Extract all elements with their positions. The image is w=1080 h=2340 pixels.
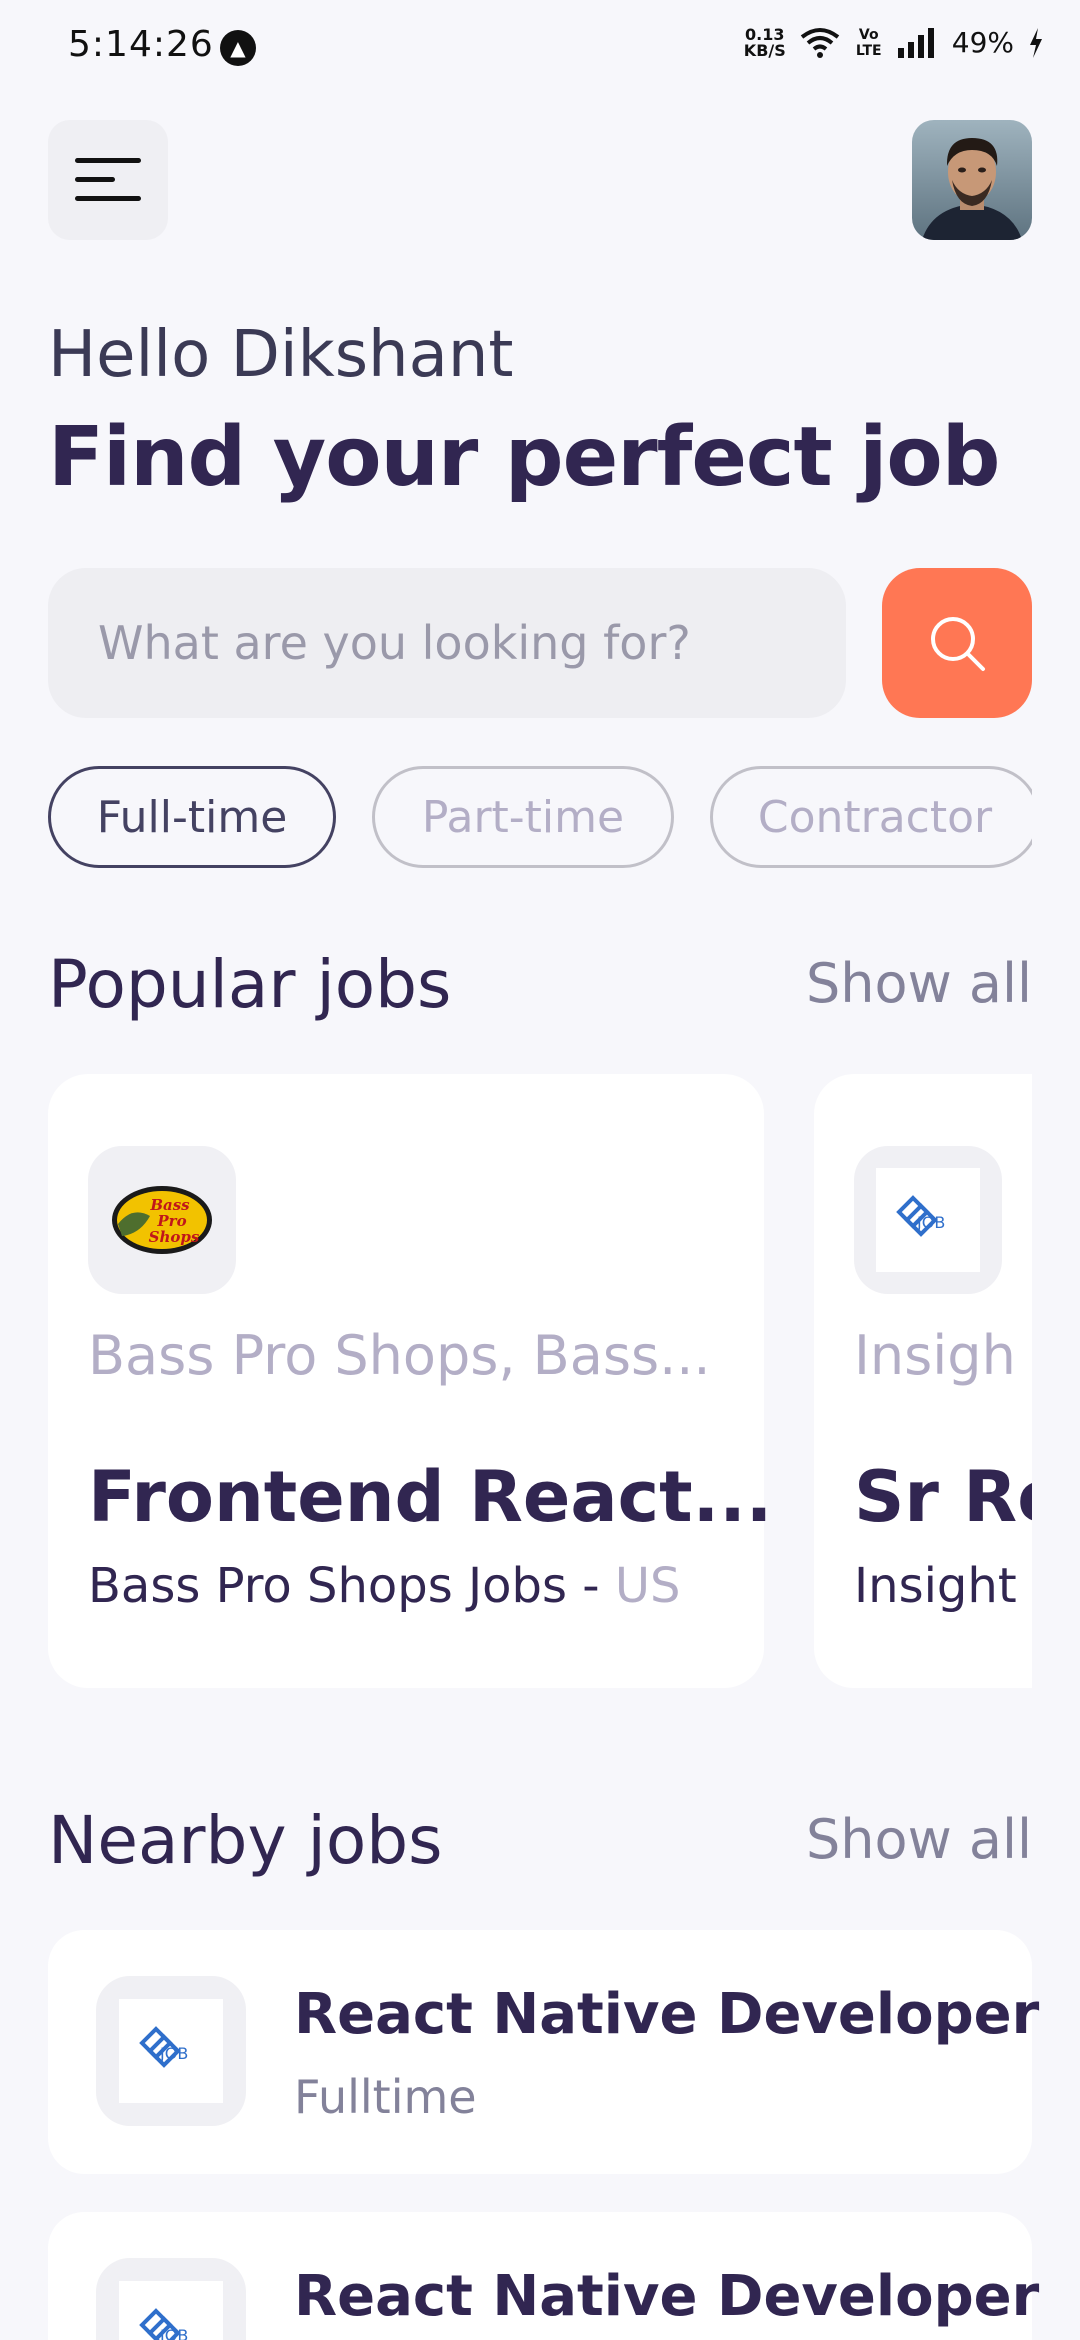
- volte-icon: Vo LTE: [855, 26, 882, 59]
- job-logo-icon: JOB: [896, 1195, 945, 1237]
- app-notification-icon: ▲: [220, 30, 256, 66]
- job-logo-frame: JOB: [119, 2281, 223, 2340]
- svg-text:JOB: JOB: [159, 2044, 188, 2063]
- status-indicators: 0.13 KB/S Vo LTE 49%: [744, 26, 1044, 59]
- popular-job-card[interactable]: JOB Insigh Sr Re Insight: [814, 1074, 1032, 1688]
- nearby-job-card[interactable]: JOB React Native Developer Fulltime: [48, 1930, 1039, 2174]
- charging-icon: [1030, 27, 1042, 58]
- page-title: Find your perfect job: [48, 410, 1000, 505]
- profile-avatar[interactable]: [912, 120, 1032, 240]
- company-name: Bass Pro Shops, Bass...: [88, 1324, 711, 1387]
- search-box[interactable]: [48, 568, 846, 718]
- job-title: React Native Developer: [294, 1982, 1040, 2047]
- job-country: US: [614, 1558, 681, 1614]
- menu-button[interactable]: [48, 120, 168, 240]
- greeting-text: Hello Dikshant: [48, 318, 514, 392]
- company-logo: JOB: [854, 1146, 1002, 1294]
- nearby-job-card[interactable]: JOB React Native Developer Fulltime: [48, 2212, 1039, 2340]
- job-title: Sr Re: [854, 1456, 1032, 1538]
- company-name: Insigh: [854, 1324, 1016, 1387]
- company-logo: JOB: [96, 2258, 246, 2340]
- svg-text:JOB: JOB: [916, 1213, 945, 1232]
- popular-jobs-title: Popular jobs: [48, 946, 452, 1023]
- wifi-icon: [800, 27, 839, 58]
- menu-icon: [75, 158, 141, 201]
- job-title: Frontend React...: [88, 1456, 773, 1538]
- nearby-show-all-link[interactable]: Show all: [806, 1808, 1032, 1871]
- job-logo-frame: JOB: [119, 1999, 223, 2103]
- job-type-tabs: Full-time Part-time Contractor: [48, 766, 1032, 870]
- job-publisher: Bass Pro Shops Jobs - US: [88, 1558, 681, 1614]
- bass-pro-shops-logo: Bass Pro Shops: [112, 1186, 212, 1254]
- job-logo-icon: JOB: [139, 2308, 188, 2340]
- status-bar: 5:14:26 ▲ 0.13 KB/S Vo LTE 49%: [0, 0, 1080, 96]
- tab-contractor[interactable]: Contractor: [710, 766, 1032, 868]
- search-icon: [931, 617, 985, 671]
- nearby-jobs-title: Nearby jobs: [48, 1802, 443, 1879]
- search-input[interactable]: [98, 616, 798, 670]
- status-time: 5:14:26: [68, 24, 214, 65]
- tab-part-time[interactable]: Part-time: [372, 766, 674, 868]
- network-speed: 0.13 KB/S: [743, 24, 786, 60]
- tab-full-time[interactable]: Full-time: [48, 766, 336, 868]
- job-type: Fulltime: [294, 2070, 477, 2124]
- company-logo: Bass Pro Shops: [88, 1146, 236, 1294]
- company-logo: JOB: [96, 1976, 246, 2126]
- popular-show-all-link[interactable]: Show all: [806, 952, 1032, 1015]
- job-publisher: Insight: [854, 1558, 1017, 1614]
- job-logo-icon: JOB: [139, 2026, 188, 2068]
- popular-job-card[interactable]: Bass Pro Shops Bass Pro Shops, Bass... F…: [48, 1074, 772, 1688]
- popular-jobs-list: Bass Pro Shops Bass Pro Shops, Bass... F…: [48, 1074, 1032, 1690]
- job-logo-frame: JOB: [876, 1168, 980, 1272]
- search-button[interactable]: [882, 568, 1032, 718]
- avatar-image: [912, 120, 1032, 240]
- battery-level: 49%: [951, 26, 1014, 59]
- job-title: React Native Developer: [294, 2264, 1040, 2329]
- svg-text:JOB: JOB: [159, 2326, 188, 2340]
- svg-text:Shops: Shops: [149, 1228, 200, 1246]
- signal-icon: [897, 27, 934, 58]
